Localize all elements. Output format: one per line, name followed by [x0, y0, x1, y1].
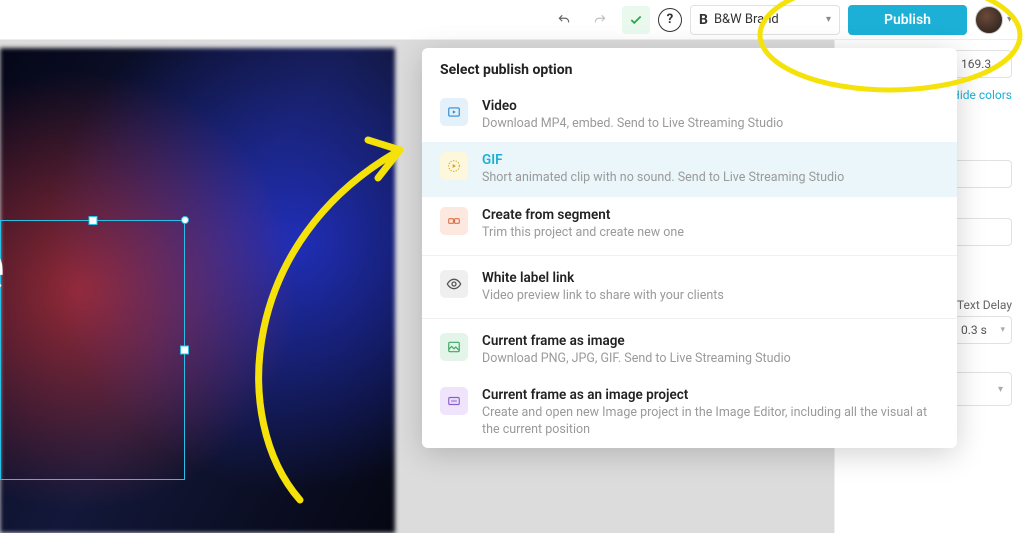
- video-icon: [440, 98, 468, 126]
- gif-icon: [440, 152, 468, 180]
- publish-button[interactable]: Publish: [848, 5, 967, 35]
- publish-option-frame-project[interactable]: Current frame as an image project Create…: [422, 377, 957, 448]
- delay-value-input[interactable]: 0.3 s▾: [954, 316, 1012, 344]
- undo-icon: [557, 13, 571, 27]
- publish-option-segment[interactable]: Create from segment Trim this project an…: [422, 197, 957, 251]
- publish-option-title: GIF: [482, 152, 844, 168]
- publish-option-title: Video: [482, 98, 783, 114]
- publish-option-video[interactable]: Video Download MP4, embed. Send to Live …: [422, 88, 957, 142]
- publish-option-desc: Trim this project and create new one: [482, 225, 684, 241]
- avatar: [975, 6, 1003, 34]
- saved-indicator[interactable]: [622, 6, 650, 34]
- publish-option-desc: Video preview link to share with your cl…: [482, 288, 724, 304]
- text-selection-frame[interactable]: ate ur: [0, 220, 185, 480]
- font-size-input[interactable]: 169.3▾: [954, 50, 1012, 78]
- brand-logo-icon: B: [699, 12, 708, 28]
- publish-option-gif[interactable]: GIF Short animated clip with no sound. S…: [422, 142, 957, 196]
- publish-option-title: White label link: [482, 270, 724, 286]
- chevron-down-icon: ▾: [826, 14, 831, 25]
- publish-option-desc: Short animated clip with no sound. Send …: [482, 170, 844, 186]
- image-project-icon: [440, 387, 468, 415]
- publish-option-desc: Create and open new Image project in the…: [482, 405, 939, 438]
- canvas-text-line: ate: [0, 221, 4, 309]
- publish-options-panel: Select publish option Video Download MP4…: [422, 48, 957, 448]
- publish-option-frame-image[interactable]: Current frame as image Download PNG, JPG…: [422, 323, 957, 377]
- check-icon: [629, 13, 643, 27]
- eye-icon: [440, 270, 468, 298]
- publish-option-whitelabel[interactable]: White label link Video preview link to s…: [422, 260, 957, 314]
- brand-name-label: B&W Brand: [714, 12, 779, 27]
- account-menu[interactable]: ▾: [975, 6, 1012, 34]
- canvas-text-line: ur: [0, 339, 4, 427]
- chevron-down-icon: ▾: [998, 384, 1003, 395]
- publish-option-desc: Download PNG, JPG, GIF. Send to Live Str…: [482, 351, 791, 367]
- help-button[interactable]: ?: [658, 8, 682, 32]
- chevron-down-icon: ▾: [1007, 14, 1012, 25]
- redo-button[interactable]: [586, 6, 614, 34]
- image-icon: [440, 333, 468, 361]
- publish-option-title: Current frame as an image project: [482, 387, 939, 403]
- canvas-text[interactable]: ate ur: [0, 221, 4, 427]
- publish-panel-header: Select publish option: [422, 48, 957, 88]
- top-toolbar: ? B B&W Brand ▾ Publish ▾: [0, 0, 1024, 40]
- undo-button[interactable]: [550, 6, 578, 34]
- brand-select[interactable]: B B&W Brand ▾: [690, 5, 840, 35]
- redo-icon: [593, 13, 607, 27]
- publish-option-title: Create from segment: [482, 207, 684, 223]
- publish-option-desc: Download MP4, embed. Send to Live Stream…: [482, 116, 783, 132]
- segment-icon: [440, 207, 468, 235]
- publish-option-title: Current frame as image: [482, 333, 791, 349]
